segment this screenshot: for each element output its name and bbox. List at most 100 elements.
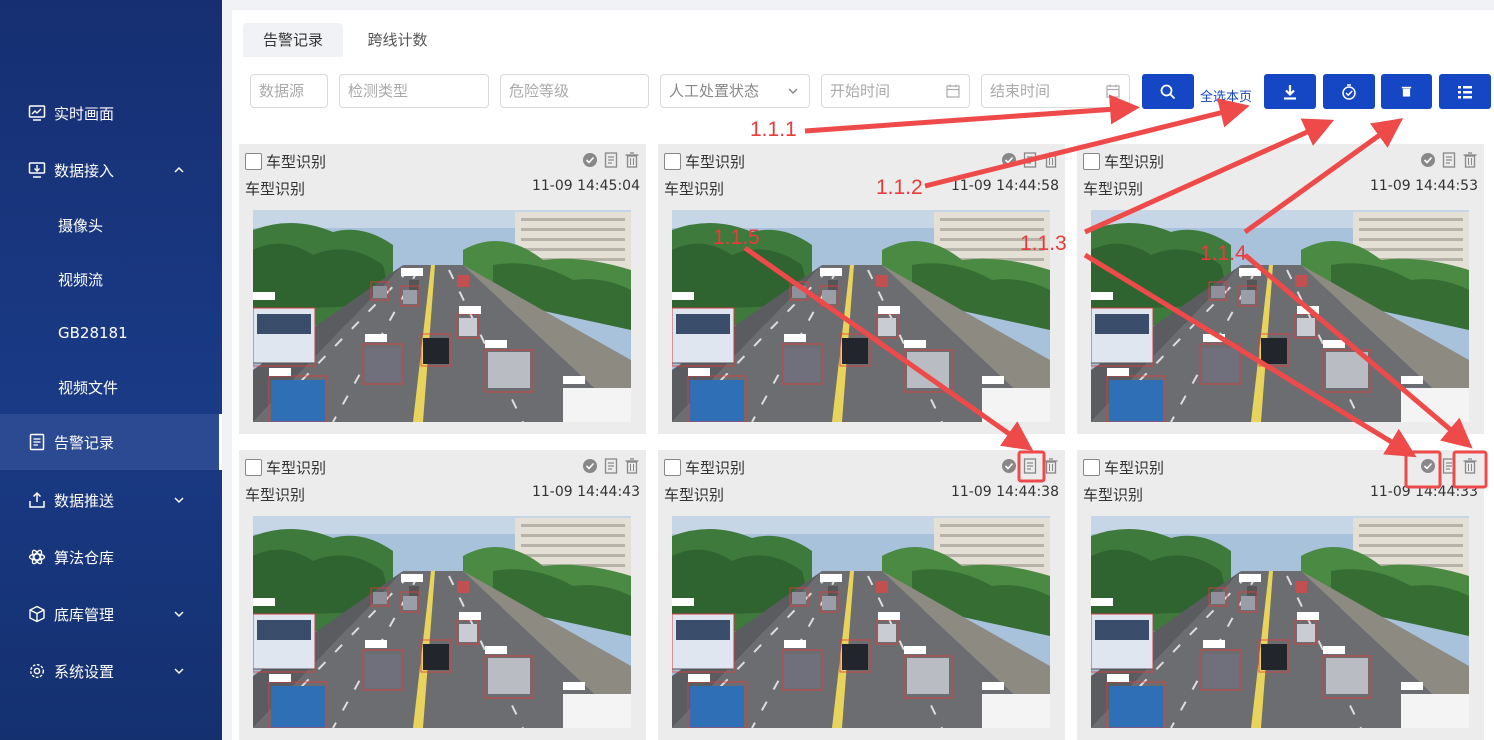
sidebar-item-label: 数据接入 [54, 161, 115, 180]
trash-icon [1401, 86, 1412, 97]
download-icon [1284, 84, 1296, 100]
tab-crossline-count[interactable]: 跨线计数 [350, 23, 445, 57]
alarm-card[interactable]: 车型识别 车型识别 11-09 14:44:33 [1077, 450, 1484, 740]
risk-level-input[interactable]: 危险等级 [500, 74, 649, 108]
sidebar-item-label: 视频流 [58, 270, 104, 289]
card-subtitle: 车型识别 [664, 180, 725, 198]
placeholder: 危险等级 [509, 82, 570, 100]
alarm-card[interactable]: 车型识别 车型识别 11-09 14:44:38 [658, 450, 1065, 740]
sidebar-item-alarm-records[interactable]: 告警记录 [0, 414, 222, 470]
placeholder: 结束时间 [990, 82, 1051, 100]
sidebar-item-realtime[interactable]: 实时画面 [0, 87, 222, 139]
sidebar-item-label: 数据推送 [54, 491, 115, 510]
sidebar-item-label: 算法仓库 [54, 548, 115, 567]
detail-document-icon[interactable] [1022, 458, 1038, 474]
card-checkbox[interactable] [664, 459, 681, 476]
placeholder: 检测类型 [348, 82, 409, 100]
atom-icon [28, 549, 46, 565]
delete-trash-icon[interactable] [1462, 152, 1478, 168]
alarm-card[interactable]: 车型识别 车型识别 11-09 14:45:04 [239, 144, 646, 434]
card-checkbox[interactable] [1083, 459, 1100, 476]
sidebar-item-gb28181[interactable]: GB28181 [0, 307, 222, 359]
calendar-icon [1106, 84, 1120, 98]
card-subtitle: 车型识别 [245, 486, 306, 504]
sidebar-item-label: 告警记录 [54, 433, 115, 452]
handle-check-icon[interactable] [1001, 458, 1017, 474]
card-title: 车型识别 [1104, 459, 1165, 477]
alarm-snapshot-image[interactable] [1091, 516, 1469, 728]
card-time: 11-09 14:44:58 [950, 178, 1059, 194]
delete-trash-icon[interactable] [1043, 458, 1059, 474]
sidebar: 实时画面 数据接入 摄像头 视频流 GB28181 视频文件 告警记录 数据推送… [0, 0, 222, 740]
alarm-card[interactable]: 车型识别 车型识别 11-09 14:44:43 [239, 450, 646, 740]
sidebar-item-base-library[interactable]: 底库管理 [0, 588, 222, 640]
alarm-snapshot-image[interactable] [1091, 210, 1469, 422]
card-title: 车型识别 [266, 153, 327, 171]
sidebar-item-camera[interactable]: 摄像头 [0, 199, 222, 251]
alarm-snapshot-image[interactable] [672, 516, 1050, 728]
delete-trash-icon[interactable] [624, 152, 640, 168]
calendar-icon [946, 84, 960, 98]
manual-status-select[interactable]: 人工处置状态 [660, 74, 810, 108]
chevron-down-icon [174, 668, 184, 675]
card-checkbox[interactable] [664, 153, 681, 170]
handle-check-icon[interactable] [582, 152, 598, 168]
delete-trash-icon[interactable] [1462, 458, 1478, 474]
handle-process-icon [1342, 83, 1356, 100]
handle-check-icon[interactable] [582, 458, 598, 474]
detail-document-icon[interactable] [603, 458, 619, 474]
sidebar-item-label: 摄像头 [58, 216, 104, 235]
placeholder: 开始时间 [830, 82, 891, 100]
sidebar-item-settings[interactable]: 系统设置 [0, 645, 222, 697]
list-icon [1458, 85, 1472, 98]
select-all-page-link[interactable]: 全选本页 [1200, 86, 1252, 105]
alarm-card[interactable]: 车型识别 车型识别 11-09 14:44:53 [1077, 144, 1484, 434]
sidebar-item-data-push[interactable]: 数据推送 [0, 474, 222, 526]
source-input[interactable]: 数据源 [250, 74, 328, 108]
card-title: 车型识别 [685, 459, 746, 477]
search-button[interactable] [1142, 74, 1194, 109]
card-time: 11-09 14:45:04 [531, 178, 640, 194]
card-checkbox[interactable] [1083, 153, 1100, 170]
placeholder: 人工处置状态 [669, 82, 760, 100]
alarm-snapshot-image[interactable] [253, 210, 631, 422]
delete-trash-icon[interactable] [624, 458, 640, 474]
gear-icon [29, 663, 45, 679]
card-title: 车型识别 [685, 153, 746, 171]
annotation-label: 1.1.4 [1200, 242, 1247, 265]
end-time-input[interactable]: 结束时间 [981, 74, 1130, 108]
sidebar-item-video-stream[interactable]: 视频流 [0, 253, 222, 305]
sidebar-item-algorithm-store[interactable]: 算法仓库 [0, 531, 222, 583]
sidebar-item-data-input[interactable]: 数据接入 [0, 144, 222, 196]
handle-check-icon[interactable] [1420, 152, 1436, 168]
batch-handle-button[interactable] [1323, 74, 1375, 109]
detail-document-icon[interactable] [603, 152, 619, 168]
card-checkbox[interactable] [245, 459, 262, 476]
handle-check-icon[interactable] [1420, 458, 1436, 474]
alarm-snapshot-image[interactable] [253, 516, 631, 728]
detail-document-icon[interactable] [1022, 152, 1038, 168]
card-time: 11-09 14:44:43 [531, 484, 640, 500]
search-icon [1160, 84, 1176, 99]
detect-type-input[interactable]: 检测类型 [339, 74, 489, 108]
detail-document-icon[interactable] [1441, 458, 1457, 474]
annotation-label: 1.1.3 [1020, 232, 1067, 255]
document-icon [29, 433, 45, 451]
annotation-label: 1.1.5 [713, 226, 760, 249]
data-input-icon [28, 162, 46, 178]
detail-document-icon[interactable] [1441, 152, 1457, 168]
chevron-down-icon [174, 497, 184, 504]
sidebar-item-video-file[interactable]: 视频文件 [0, 361, 222, 413]
delete-button[interactable] [1381, 74, 1432, 109]
list-view-button[interactable] [1439, 74, 1491, 109]
card-checkbox[interactable] [245, 153, 262, 170]
start-time-input[interactable]: 开始时间 [821, 74, 970, 108]
sidebar-item-label: GB28181 [58, 324, 128, 342]
annotation-label: 1.1.2 [876, 176, 923, 199]
download-button[interactable] [1264, 74, 1316, 109]
handle-check-icon[interactable] [1001, 152, 1017, 168]
tab-alarm-records[interactable]: 告警记录 [243, 23, 343, 57]
alarm-card[interactable]: 车型识别 车型识别 11-09 14:44:58 [658, 144, 1065, 434]
delete-trash-icon[interactable] [1043, 152, 1059, 168]
upload-icon [29, 491, 45, 508]
